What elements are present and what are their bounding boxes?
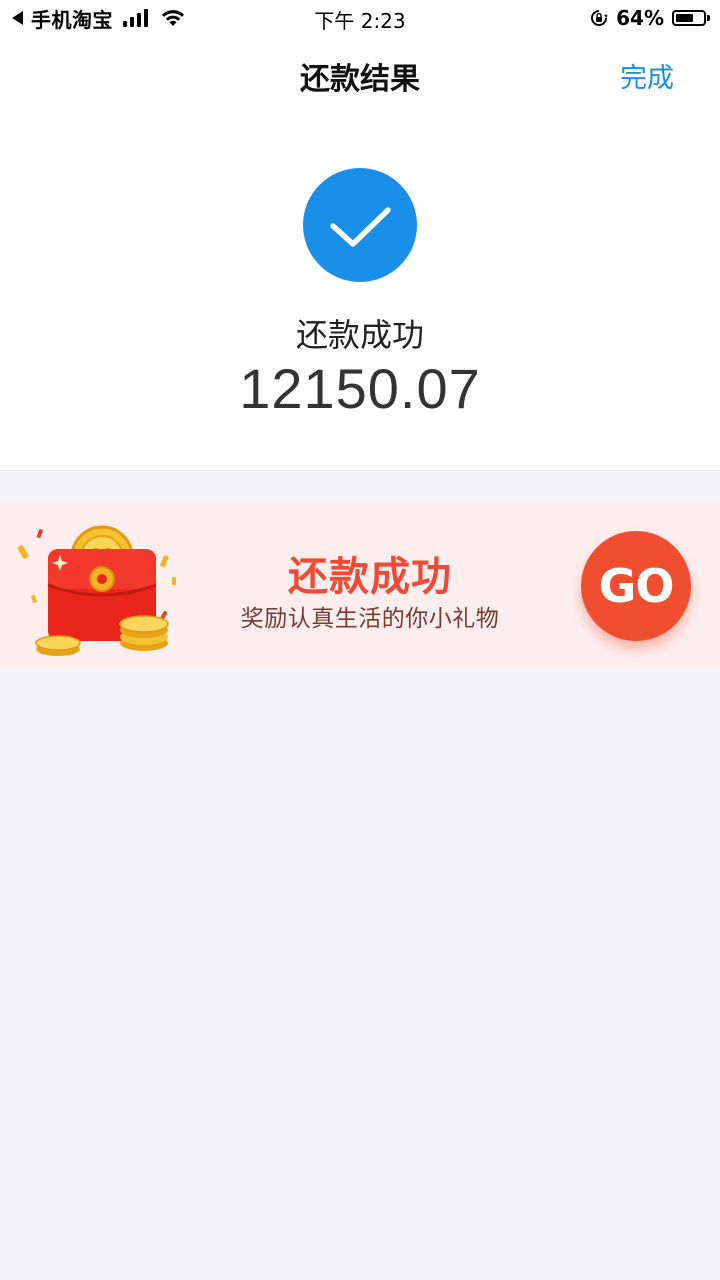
success-icon-circle [303, 168, 417, 282]
result-status-text: 还款成功 [295, 316, 424, 354]
battery-percent: 64% [616, 6, 664, 30]
orientation-lock-icon [591, 10, 608, 26]
status-right: 64% [590, 6, 710, 30]
promo-title: 还款成功 [288, 554, 452, 600]
promo-subtitle: 奖励认真生活的你小礼物 [240, 606, 500, 632]
page-title: 还款结果 [300, 62, 420, 97]
checkmark-icon [330, 207, 391, 247]
done-button[interactable]: 完成 [620, 56, 674, 95]
go-button[interactable]: GO [581, 531, 691, 641]
battery-fill [676, 14, 693, 22]
gift-box-icon: ¥ [17, 525, 176, 656]
battery-icon [672, 10, 710, 26]
promo-banner[interactable]: ¥ 还款成功 奖励认真生活的你小礼物 GO [0, 501, 720, 669]
result-card: 还款成功 12150.07 [0, 112, 720, 471]
status-bar: 手机淘宝 下午 2:23 64% [0, 0, 720, 36]
battery-tip [707, 15, 710, 21]
repayment-amount: 12150.07 [239, 357, 481, 420]
nav-bar: 还款结果 完成 [0, 36, 720, 112]
